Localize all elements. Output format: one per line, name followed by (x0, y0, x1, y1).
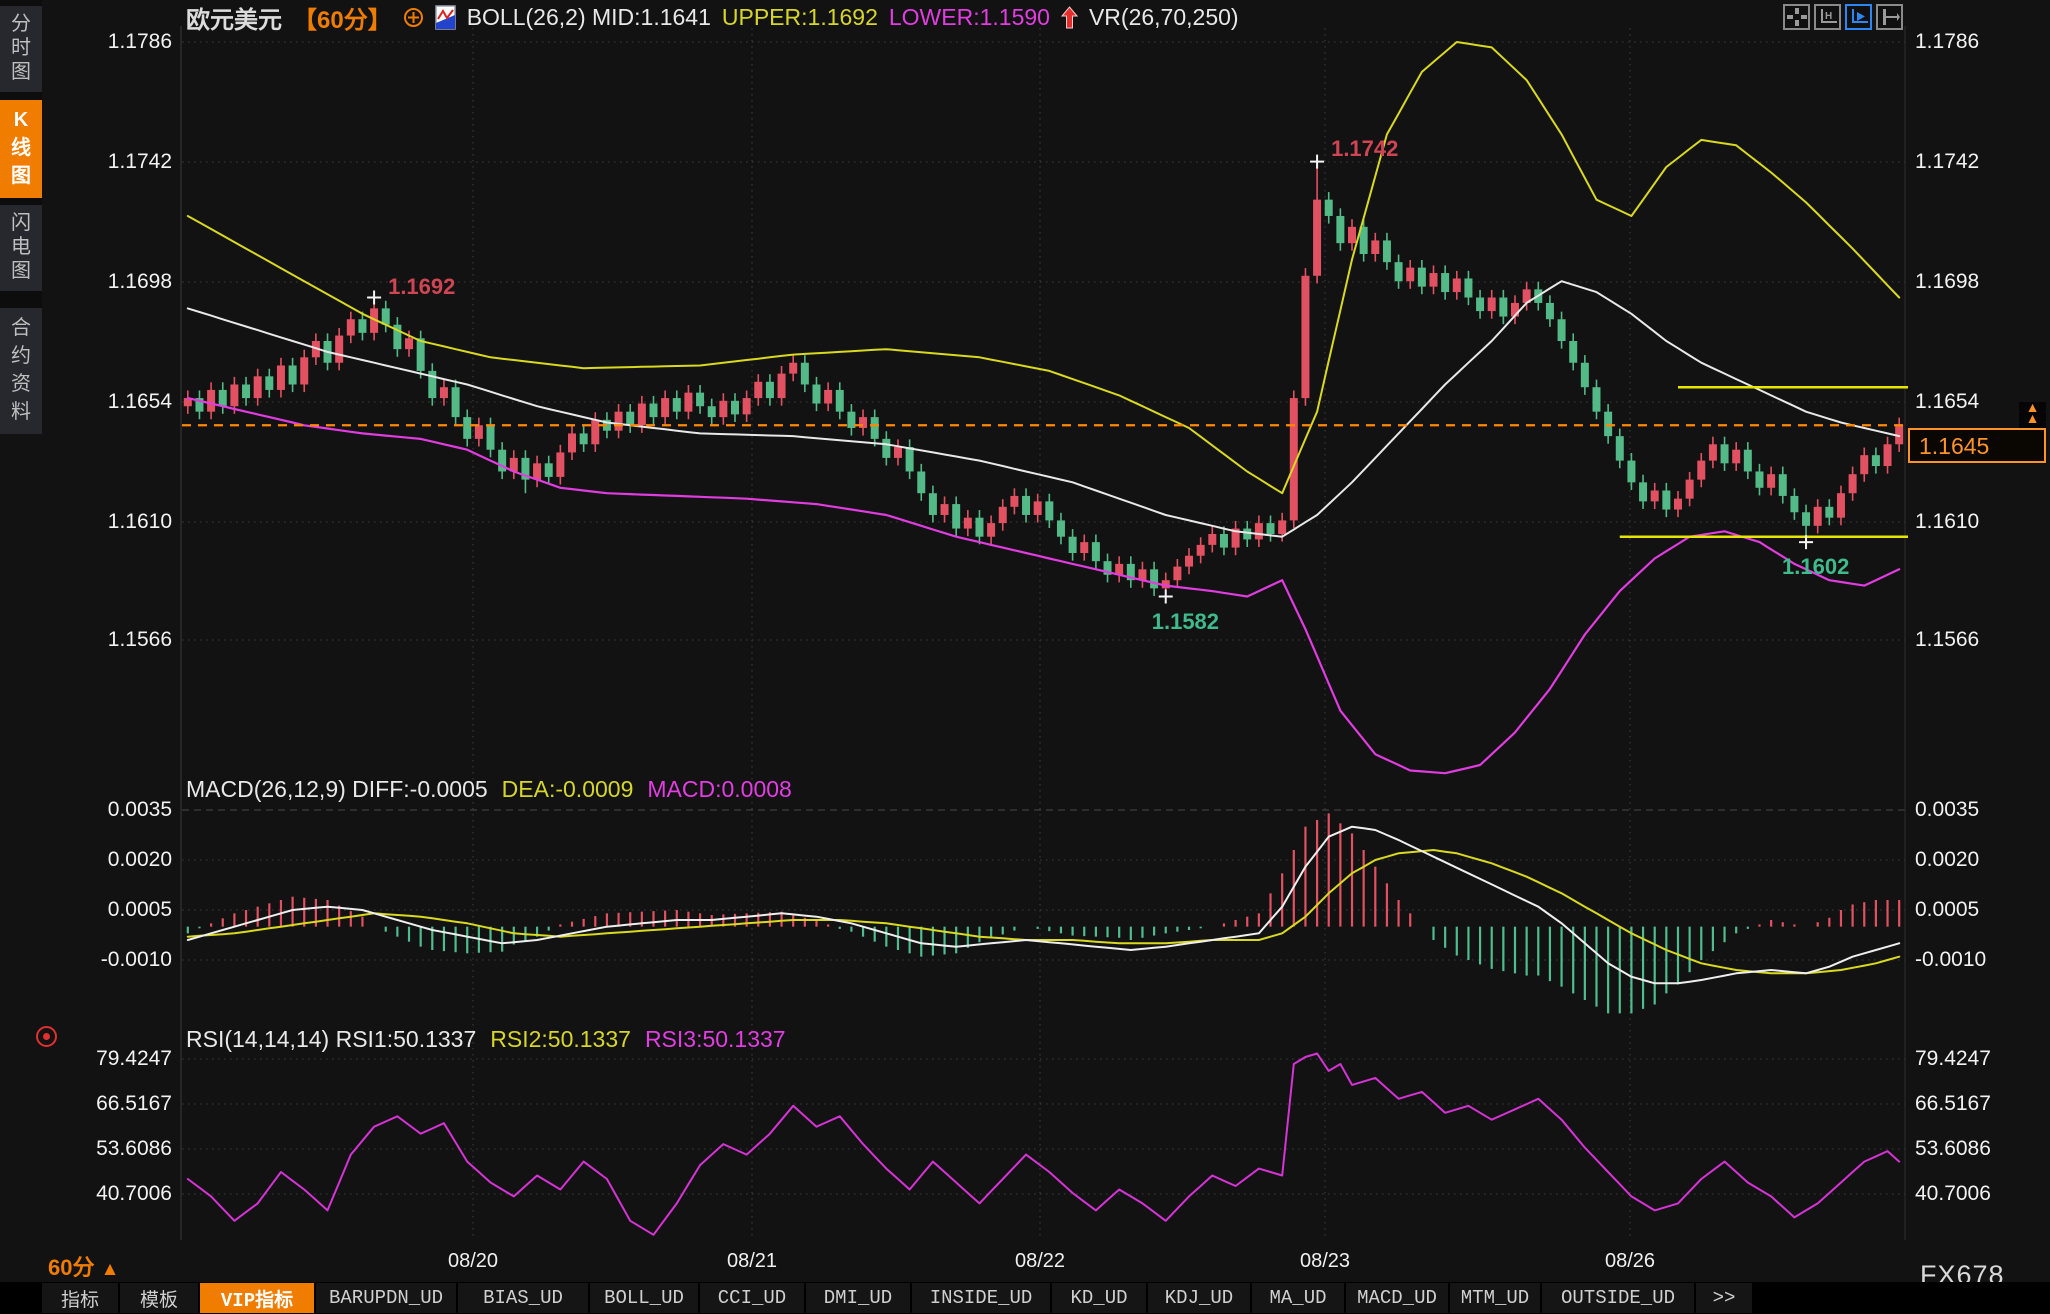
axis-h-icon[interactable]: H (1814, 4, 1841, 30)
tab-kdud[interactable]: KD_UD (1052, 1283, 1146, 1313)
price-axis-label: 1.1742 (52, 150, 172, 174)
tab-dmiud[interactable]: DMI_UD (806, 1283, 910, 1313)
price-axis-label: 1.1610 (1915, 510, 2035, 534)
tab->>[interactable]: >> (1696, 1283, 1752, 1313)
date-axis-label: 08/23 (1270, 1250, 1380, 1273)
macd-axis-label: 0.0020 (52, 848, 172, 872)
period-label[interactable]: 【60分】 (293, 0, 392, 35)
price-axis-label: 1.1698 (1915, 270, 2035, 294)
timeframe-footer[interactable]: 60分 ▲ (48, 1250, 119, 1282)
vr-params: VR(26,70,250) (1089, 4, 1239, 31)
macd-axis-label: 0.0005 (52, 898, 172, 922)
boll-upper-value: UPPER:1.1692 (722, 4, 878, 31)
layout-pan-icon[interactable] (1783, 4, 1810, 30)
rsi-axis-label: 79.4247 (52, 1047, 172, 1071)
tab-macdud[interactable]: MACD_UD (1346, 1283, 1448, 1313)
timeframe-arrow-icon: ▲ (101, 1259, 120, 1280)
price-axis-label: 1.1654 (52, 390, 172, 414)
price-axis-label: 1.1566 (1915, 628, 2035, 652)
macd-params-and-diff: MACD(26,12,9) DIFF:-0.0005 (186, 776, 488, 803)
trading-app-window: 分时图K线图闪电图合约资料 欧元美元 【60分】 BOLL(26,2) MID:… (0, 0, 2050, 1314)
price-axis-label: 1.1566 (52, 628, 172, 652)
boll-values: BOLL(26,2) MID:1.1641 (467, 4, 711, 31)
price-extreme-annotation: 1.1742 (1331, 136, 1398, 162)
rsi-axis-label: 53.6086 (1915, 1137, 2035, 1161)
rsi-marker-icon[interactable] (36, 1026, 57, 1047)
date-axis-label: 08/26 (1575, 1250, 1685, 1273)
chart-type-icon[interactable] (435, 5, 456, 30)
date-axis-label: 08/20 (418, 1250, 528, 1273)
price-axis-label: 1.1786 (52, 30, 172, 54)
tab-outsideud[interactable]: OUTSIDE_UD (1542, 1283, 1694, 1313)
date-axis-label: 08/22 (985, 1250, 1095, 1273)
price-extreme-annotation: 1.1692 (388, 274, 455, 300)
macd-axis-label: -0.0010 (52, 948, 172, 972)
rsi-axis-label: 79.4247 (1915, 1047, 2035, 1071)
tab-cciud[interactable]: CCI_UD (700, 1283, 804, 1313)
macd-axis-label: 0.0035 (52, 798, 172, 822)
macd-axis-label: 0.0005 (1915, 898, 2035, 922)
price-axis-label: 1.1654 (1915, 390, 2035, 414)
last-price-tag: 1.1645 (1908, 428, 2046, 463)
macd-axis-label: 0.0020 (1915, 848, 2035, 872)
tab-biasud[interactable]: BIAS_UD (458, 1283, 588, 1313)
price-axis-label: 1.1610 (52, 510, 172, 534)
tab-mtmud[interactable]: MTM_UD (1450, 1283, 1540, 1313)
rsi-axis-label: 53.6086 (52, 1137, 172, 1161)
add-overlay-icon[interactable] (403, 7, 424, 28)
macd-dea-value: DEA:-0.0009 (502, 776, 634, 803)
macd-panel-header: MACD(26,12,9) DIFF:-0.0005 DEA:-0.0009 M… (186, 776, 792, 803)
axis-shift-icon[interactable] (1876, 4, 1903, 30)
price-extreme-annotation: 1.1602 (1782, 554, 1849, 580)
price-up-arrow-icon (1061, 6, 1078, 29)
rsi-axis-label: 40.7006 (52, 1182, 172, 1206)
tab-kdjud[interactable]: KDJ_UD (1148, 1283, 1250, 1313)
rsi-axis-label: 66.5167 (1915, 1092, 2035, 1116)
rsi-axis-label: 66.5167 (52, 1092, 172, 1116)
rsi-panel-header: RSI(14,14,14) RSI1:50.1337 RSI2:50.1337 … (186, 1026, 786, 1053)
date-axis-label: 08/21 (697, 1250, 807, 1273)
rsi-params-and-rsi1: RSI(14,14,14) RSI1:50.1337 (186, 1026, 476, 1053)
axis-play-icon[interactable] (1845, 4, 1872, 30)
tab-barupdnud[interactable]: BARUPDN_UD (316, 1283, 456, 1313)
macd-axis-label: -0.0010 (1915, 948, 2035, 972)
price-axis-label: 1.1698 (52, 270, 172, 294)
chart-header: 欧元美元 【60分】 BOLL(26,2) MID:1.1641 UPPER:1… (186, 2, 1239, 32)
price-axis-label: 1.1786 (1915, 30, 2035, 54)
svg-text:H: H (1825, 11, 1832, 22)
macd-value: MACD:0.0008 (647, 776, 791, 803)
boll-lower-value: LOWER:1.1590 (889, 4, 1050, 31)
tab-指标[interactable]: 指标 (42, 1283, 118, 1313)
indicator-tab-bar: 指标模板VIP指标BARUPDN_UDBIAS_UDBOLL_UDCCI_UDD… (0, 1282, 2050, 1314)
chart-toolbar: H (1783, 4, 1903, 30)
tab-vip指标[interactable]: VIP指标 (200, 1283, 314, 1313)
tab-bollud[interactable]: BOLL_UD (590, 1283, 698, 1313)
symbol-name: 欧元美元 (186, 0, 282, 35)
price-extreme-annotation: 1.1582 (1152, 609, 1219, 635)
rsi2-value: RSI2:50.1337 (490, 1026, 631, 1053)
price-chart-canvas[interactable] (0, 0, 2050, 1314)
rsi3-value: RSI3:50.1337 (645, 1026, 786, 1053)
price-axis-label: 1.1742 (1915, 150, 2035, 174)
tab-insideud[interactable]: INSIDE_UD (912, 1283, 1050, 1313)
tab-模板[interactable]: 模板 (120, 1283, 198, 1313)
tab-maud[interactable]: MA_UD (1252, 1283, 1344, 1313)
macd-axis-label: 0.0035 (1915, 798, 2035, 822)
rsi-axis-label: 40.7006 (1915, 1182, 2035, 1206)
timeframe-label: 60分 (48, 1255, 94, 1280)
